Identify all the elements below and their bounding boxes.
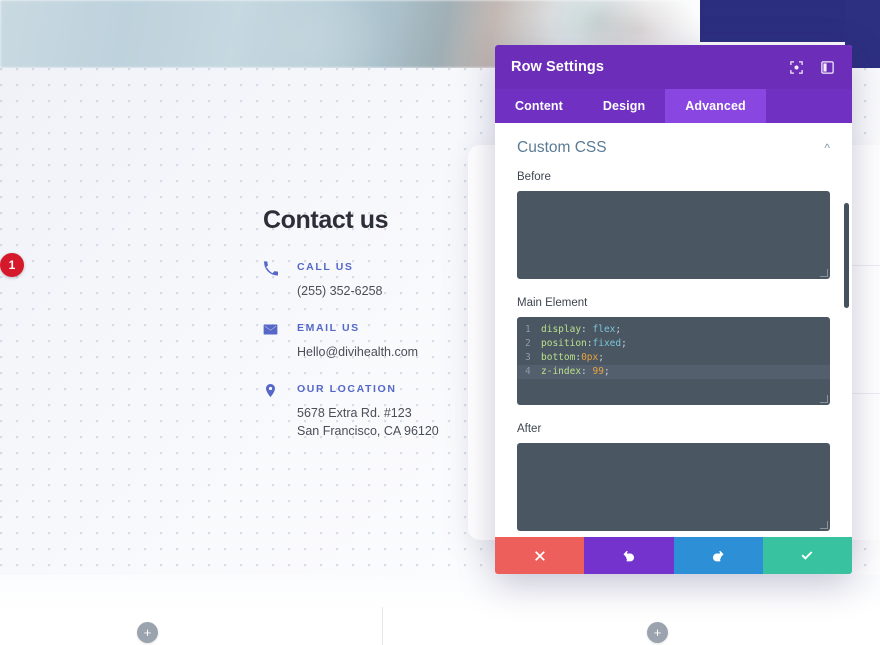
phone-icon bbox=[263, 261, 281, 279]
css-value: 0px bbox=[581, 352, 599, 363]
css-terminator: ; bbox=[598, 352, 604, 363]
modal-scrollbar[interactable] bbox=[844, 203, 849, 308]
css-property: z-index bbox=[541, 366, 582, 377]
add-module-button-right[interactable]: + bbox=[647, 622, 668, 643]
tab-content[interactable]: Content bbox=[495, 89, 583, 123]
code-line-1: 1 display: flex; bbox=[517, 323, 830, 337]
field-label: Main Element bbox=[517, 297, 588, 309]
tab-design[interactable]: Design bbox=[583, 89, 665, 123]
modal-title: Row Settings bbox=[511, 59, 605, 75]
css-value: fixed bbox=[592, 338, 622, 349]
section-title: Custom CSS bbox=[517, 139, 607, 156]
field-label: Before bbox=[517, 171, 551, 183]
redo-icon bbox=[713, 550, 724, 561]
custom-css-section-header[interactable]: Custom CSS ^ bbox=[517, 123, 830, 171]
css-value: 99 bbox=[592, 366, 604, 377]
contact-item-call: CALL US (255) 352-6258 bbox=[263, 261, 463, 300]
css-terminator: ; bbox=[603, 366, 610, 377]
field-after: After bbox=[517, 423, 830, 531]
css-property: bottom bbox=[541, 352, 576, 363]
contact-label: EMAIL US bbox=[297, 322, 360, 335]
modal-footer bbox=[495, 537, 852, 574]
contact-section: Contact us CALL US (255) 352-6258 EMAIL … bbox=[263, 206, 463, 463]
line-number: 2 bbox=[525, 338, 531, 349]
envelope-icon bbox=[263, 322, 281, 340]
x-icon bbox=[534, 550, 545, 561]
column-divider bbox=[382, 607, 383, 645]
screen: Contact us CALL US (255) 352-6258 EMAIL … bbox=[0, 0, 880, 645]
main-element-css-editor[interactable]: 1 display: flex; 2 position: fixed; 3 bottom… bbox=[517, 317, 830, 405]
modal-body: Custom CSS ^ Before Main Element 1 displa… bbox=[495, 123, 852, 537]
fullscreen-icon[interactable] bbox=[788, 59, 805, 76]
field-before: Before bbox=[517, 171, 830, 279]
css-terminator: ; bbox=[621, 338, 627, 349]
add-module-button-left[interactable]: + bbox=[137, 622, 158, 643]
code-line-2: 2 position: fixed; bbox=[517, 337, 830, 351]
undo-icon bbox=[623, 550, 634, 561]
undo-button[interactable] bbox=[584, 537, 674, 574]
map-pin-icon bbox=[263, 383, 281, 401]
layout-view-icon[interactable] bbox=[819, 59, 836, 76]
css-property: display bbox=[541, 324, 582, 335]
modal-header-actions bbox=[788, 59, 836, 76]
code-line-3: 3 bottom:0px; bbox=[517, 351, 830, 365]
modal-header: Row Settings bbox=[495, 45, 852, 89]
check-icon bbox=[801, 550, 813, 560]
contact-value-line2: San Francisco, CA 96120 bbox=[297, 424, 439, 439]
contact-label: OUR LOCATION bbox=[297, 383, 397, 396]
css-separator: : bbox=[581, 366, 593, 377]
contact-item-location: OUR LOCATION 5678 Extra Rd. #123 San Fra… bbox=[263, 383, 463, 440]
css-value: flex bbox=[592, 324, 616, 335]
tab-advanced[interactable]: Advanced bbox=[665, 89, 766, 123]
page-bottom-area bbox=[0, 575, 880, 645]
css-separator: : bbox=[581, 324, 593, 335]
css-terminator: ; bbox=[615, 324, 622, 335]
page-title: Contact us bbox=[263, 206, 389, 234]
contact-value-line1: 5678 Extra Rd. #123 bbox=[297, 406, 412, 421]
before-css-editor[interactable] bbox=[517, 191, 830, 279]
modal-tabs: Content Design Advanced bbox=[495, 89, 852, 123]
redo-button[interactable] bbox=[673, 537, 763, 574]
annotation-badge-1: 1 bbox=[0, 253, 24, 277]
field-label: After bbox=[517, 423, 542, 435]
contact-item-email: EMAIL US Hello@divihealth.com bbox=[263, 322, 463, 361]
line-number: 4 bbox=[525, 366, 531, 377]
save-button[interactable] bbox=[762, 537, 852, 574]
line-number: 1 bbox=[525, 324, 531, 335]
line-number: 3 bbox=[525, 352, 531, 363]
contact-value: Hello@divihealth.com bbox=[297, 345, 419, 360]
field-main-element: Main Element 1 display: flex; 2 position: f… bbox=[517, 297, 830, 405]
row-settings-modal: Row Settings Content Design Advanced Cus… bbox=[495, 45, 852, 574]
contact-value: (255) 352-6258 bbox=[297, 284, 383, 298]
code-line-4: 4 z-index: 99; bbox=[517, 365, 830, 379]
contact-label: CALL US bbox=[297, 261, 354, 273]
chevron-up-icon[interactable]: ^ bbox=[824, 142, 830, 154]
css-property: position bbox=[541, 338, 587, 349]
code-lines: 1 display: flex; 2 position: fixed; 3 bottom… bbox=[517, 317, 830, 379]
cancel-button[interactable] bbox=[495, 537, 585, 574]
after-css-editor[interactable] bbox=[517, 443, 830, 531]
